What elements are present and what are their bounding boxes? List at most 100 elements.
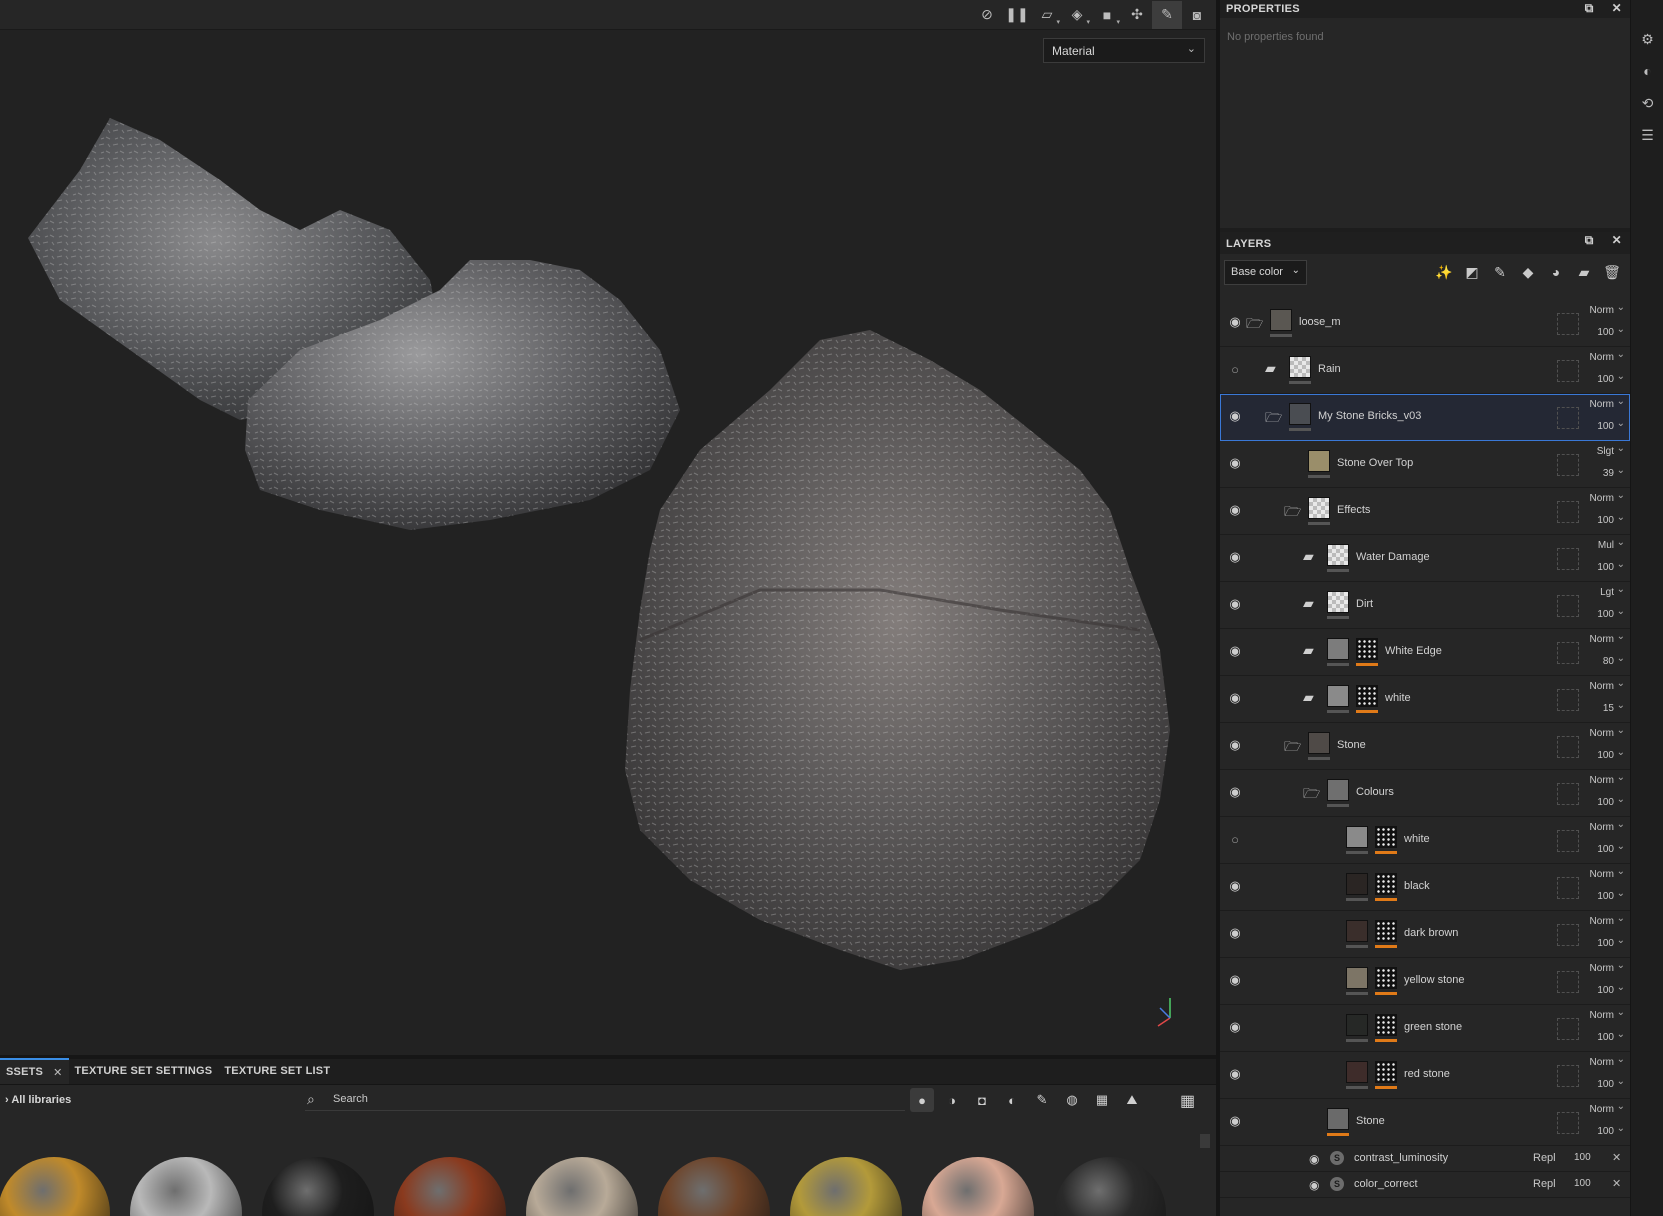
blend-mode-select[interactable]: Norm: [1586, 772, 1626, 786]
filter-opacity-select[interactable]: 100: [1574, 1152, 1591, 1163]
blend-mode-select[interactable]: Norm: [1586, 819, 1626, 833]
blend-mode-select[interactable]: Norm: [1586, 725, 1626, 739]
add-smart-material-icon[interactable]: ◕: [1546, 262, 1566, 282]
close-icon[interactable]: ✕: [53, 1066, 62, 1079]
folder-icon[interactable]: ▰: [1265, 360, 1283, 376]
opacity-select[interactable]: 100: [1586, 794, 1626, 808]
opacity-select[interactable]: 100: [1586, 324, 1626, 338]
layer-row[interactable]: ◉ ▰ Dirt Lgt 100: [1220, 582, 1630, 629]
filter-row[interactable]: ◉ S contrast_luminosity Repl 100 ✕: [1220, 1146, 1630, 1172]
eye-icon[interactable]: ◉: [1227, 1066, 1243, 1082]
blend-mode-select[interactable]: Norm: [1586, 490, 1626, 504]
eye-icon[interactable]: ◉: [1227, 878, 1243, 894]
pause-icon[interactable]: ❚❚: [1002, 1, 1032, 29]
eye-icon[interactable]: ◉: [1227, 314, 1243, 330]
layer-row[interactable]: ◉ black Norm 100: [1220, 864, 1630, 911]
layer-name[interactable]: Rain: [1318, 363, 1341, 375]
close-icon[interactable]: ✕: [1612, 1, 1622, 16]
folder-open-icon[interactable]: 🗁: [1246, 313, 1264, 331]
history-icon[interactable]: ⟲: [1637, 92, 1659, 114]
mask-thumbnail[interactable]: [1356, 638, 1378, 660]
blend-mode-select[interactable]: Norm: [1586, 913, 1626, 927]
alphas-filter-icon[interactable]: ◍: [1060, 1088, 1084, 1112]
materials-filter-icon[interactable]: ●: [910, 1088, 934, 1112]
layer-name[interactable]: Water Damage: [1356, 551, 1430, 563]
layer-name[interactable]: loose_m: [1299, 316, 1341, 328]
layer-row[interactable]: ◉ red stone Norm 100: [1220, 1052, 1630, 1099]
material-preview-sphere[interactable]: [262, 1157, 374, 1216]
layer-name[interactable]: Stone: [1337, 739, 1366, 751]
layer-name[interactable]: white: [1385, 692, 1411, 704]
layer-name[interactable]: Effects: [1337, 504, 1370, 516]
eye-icon[interactable]: ◉: [1227, 455, 1243, 471]
layer-row[interactable]: ◉ 🗁 Colours Norm 100: [1220, 770, 1630, 817]
environment-icon[interactable]: ✣: [1122, 1, 1152, 29]
blend-mode-select[interactable]: Norm: [1586, 349, 1626, 363]
material-preview-sphere[interactable]: [0, 1157, 110, 1216]
opacity-select[interactable]: 100: [1586, 1029, 1626, 1043]
eye-icon[interactable]: ◉: [1309, 1152, 1319, 1166]
tab-assets[interactable]: SSETS ✕: [0, 1058, 69, 1084]
add-folder-icon[interactable]: ▰: [1574, 262, 1594, 282]
layer-row[interactable]: ◉ yellow stone Norm 100: [1220, 958, 1630, 1005]
camera-icon[interactable]: ■ ▾: [1092, 1, 1122, 29]
layer-name[interactable]: yellow stone: [1404, 974, 1465, 986]
folder-icon[interactable]: ▰: [1303, 595, 1321, 611]
eye-icon[interactable]: ◉: [1227, 690, 1243, 706]
add-effect-icon[interactable]: ✨: [1434, 262, 1454, 282]
opacity-select[interactable]: 15: [1586, 700, 1626, 714]
mask-thumbnail[interactable]: [1356, 685, 1378, 707]
material-preview-sphere[interactable]: [130, 1157, 242, 1216]
layer-name[interactable]: White Edge: [1385, 645, 1442, 657]
opacity-select[interactable]: 100: [1586, 888, 1626, 902]
opacity-select[interactable]: 100: [1586, 512, 1626, 526]
filter-name[interactable]: color_correct: [1354, 1178, 1418, 1190]
close-icon[interactable]: ✕: [1612, 1151, 1621, 1164]
blend-mode-select[interactable]: Norm: [1586, 396, 1626, 410]
layer-row[interactable]: ◉ green stone Norm 100: [1220, 1005, 1630, 1052]
eye-icon[interactable]: ◉: [1227, 1113, 1243, 1129]
eye-icon[interactable]: ◉: [1227, 972, 1243, 988]
blend-mode-select[interactable]: Norm: [1586, 1007, 1626, 1021]
blend-mode-select[interactable]: Mul: [1586, 537, 1626, 551]
layer-row[interactable]: ◉ 🗁 Effects Norm 100: [1220, 488, 1630, 535]
folder-icon[interactable]: ▰: [1303, 689, 1321, 705]
generators-filter-icon[interactable]: ◐: [1000, 1088, 1024, 1112]
material-preview-sphere[interactable]: [1054, 1157, 1166, 1216]
mask-thumbnail[interactable]: [1375, 826, 1397, 848]
folder-icon[interactable]: ▰: [1303, 642, 1321, 658]
camera-settings-icon[interactable]: ⚙: [1637, 28, 1659, 50]
opacity-select[interactable]: 100: [1586, 747, 1626, 761]
add-fill-layer-icon[interactable]: ◆: [1518, 262, 1538, 282]
environments-filter-icon[interactable]: ⛰: [1120, 1088, 1144, 1112]
mask-thumbnail[interactable]: [1375, 873, 1397, 895]
layer-name[interactable]: Dirt: [1356, 598, 1373, 610]
layer-name[interactable]: Colours: [1356, 786, 1394, 798]
mask-thumbnail[interactable]: [1375, 1061, 1397, 1083]
layer-row[interactable]: ◉ Stone Norm 100: [1220, 1099, 1630, 1146]
opacity-select[interactable]: 100: [1586, 982, 1626, 996]
layer-name[interactable]: Stone: [1356, 1115, 1385, 1127]
eye-icon[interactable]: ◉: [1227, 596, 1243, 612]
folder-icon[interactable]: ▰: [1303, 548, 1321, 564]
layer-name[interactable]: white: [1404, 833, 1430, 845]
opacity-select[interactable]: 100: [1586, 371, 1626, 385]
opacity-select[interactable]: 100: [1586, 841, 1626, 855]
filter-row[interactable]: ◉ S color_correct Repl 100 ✕: [1220, 1172, 1630, 1198]
libraries-tree[interactable]: › All libraries: [5, 1094, 71, 1106]
blend-mode-select[interactable]: Norm: [1586, 960, 1626, 974]
layer-name[interactable]: red stone: [1404, 1068, 1450, 1080]
layer-row[interactable]: ◉🗁 loose_m Norm 100: [1220, 300, 1630, 347]
blend-mode-select[interactable]: Lgt: [1586, 584, 1626, 598]
masks-filter-icon[interactable]: ◘: [970, 1088, 994, 1112]
folder-open-icon[interactable]: 🗁: [1265, 407, 1283, 425]
eye-icon[interactable]: ◉: [1227, 549, 1243, 565]
layer-row[interactable]: ◉ 🗁 My Stone Bricks_v03 Norm 100: [1220, 394, 1630, 441]
blend-mode-select[interactable]: Norm: [1586, 678, 1626, 692]
opacity-select[interactable]: 100: [1586, 606, 1626, 620]
folder-open-icon[interactable]: 🗁: [1284, 501, 1302, 519]
paint-brush-icon[interactable]: ✎: [1152, 0, 1182, 29]
material-preview-sphere[interactable]: [922, 1157, 1034, 1216]
blend-mode-select[interactable]: Norm: [1586, 631, 1626, 645]
material-preview-sphere[interactable]: [790, 1157, 902, 1216]
